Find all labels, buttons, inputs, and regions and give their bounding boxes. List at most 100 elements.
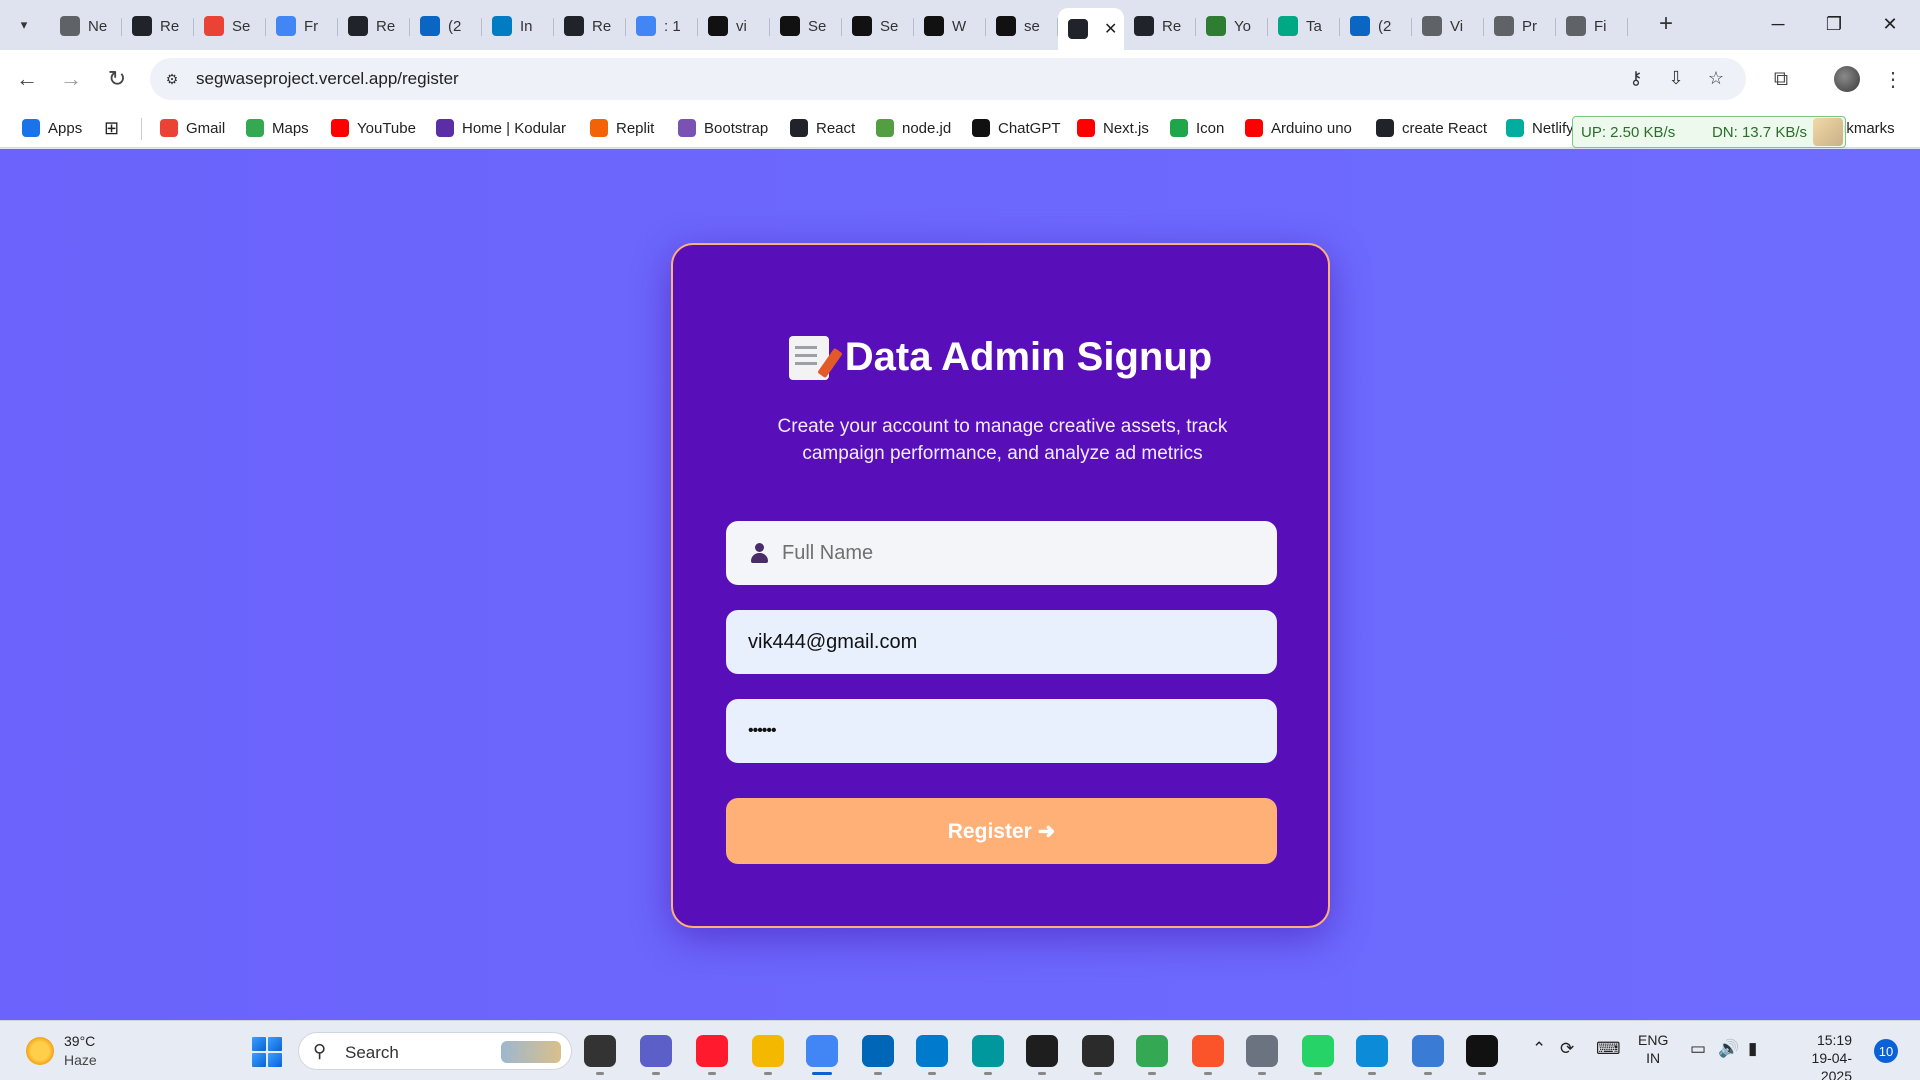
bookmark-item[interactable]: node.jd: [876, 116, 951, 140]
site-info-icon[interactable]: ⚙: [160, 67, 184, 91]
chrome-icon[interactable]: [806, 1035, 838, 1075]
restore-button[interactable]: ❐: [1812, 8, 1856, 40]
tab[interactable]: Re: [338, 9, 410, 43]
opera-icon[interactable]: [696, 1035, 728, 1075]
tab[interactable]: Yo: [1196, 9, 1268, 43]
url-text[interactable]: segwaseproject.vercel.app/register: [196, 69, 459, 89]
keyboard-icon[interactable]: ⌨: [1596, 1039, 1621, 1059]
settings-icon[interactable]: [1246, 1035, 1278, 1075]
edge-icon[interactable]: [1356, 1035, 1388, 1075]
chevron-down-icon: ▾: [20, 17, 28, 32]
email-input[interactable]: [726, 610, 1277, 674]
weather-temperature[interactable]: 39°C: [64, 1033, 95, 1049]
arduino-icon[interactable]: [972, 1035, 1004, 1075]
extensions-button[interactable]: ⧉: [1766, 64, 1796, 94]
bookmark-item[interactable]: YouTube: [331, 116, 416, 140]
register-button[interactable]: Register ➜: [726, 798, 1277, 864]
bookmark-item[interactable]: Icon: [1170, 116, 1224, 140]
tab[interactable]: Re: [554, 9, 626, 43]
network-icon[interactable]: ▭: [1690, 1039, 1706, 1059]
battery-icon[interactable]: ▮: [1748, 1039, 1757, 1059]
bookmark-item[interactable]: React: [790, 116, 855, 140]
figma-icon[interactable]: [1026, 1035, 1058, 1075]
bookmark-item[interactable]: Apps: [22, 116, 82, 140]
tool-icon[interactable]: [1082, 1035, 1114, 1075]
language-indicator[interactable]: ENG IN: [1638, 1031, 1668, 1067]
tab[interactable]: Ta: [1268, 9, 1340, 43]
menu-button[interactable]: ⋮: [1878, 64, 1908, 94]
bookmark-item[interactable]: Gmail: [160, 116, 225, 140]
tab[interactable]: se: [986, 9, 1058, 43]
bookmark-item[interactable]: create React: [1376, 116, 1487, 140]
close-window-button[interactable]: ✕: [1868, 8, 1912, 40]
tab[interactable]: W: [914, 9, 986, 43]
chrome-canary-icon[interactable]: [1136, 1035, 1168, 1075]
brave-icon[interactable]: [1192, 1035, 1224, 1075]
tab[interactable]: Pr: [1484, 9, 1556, 43]
tab[interactable]: Re: [1124, 9, 1196, 43]
sync-icon[interactable]: ⟳: [1560, 1039, 1574, 1059]
close-tab-icon[interactable]: ✕: [1104, 19, 1117, 39]
full-name-input[interactable]: [726, 521, 1277, 585]
start-button[interactable]: [252, 1037, 282, 1067]
tab[interactable]: Fi: [1556, 9, 1628, 43]
volume-icon[interactable]: 🔊: [1718, 1039, 1739, 1059]
chevron-up-icon[interactable]: ⌃: [1532, 1039, 1546, 1059]
globe-icon: [1566, 16, 1586, 36]
back-button[interactable]: ←: [12, 64, 42, 94]
tab[interactable]: : 1: [626, 9, 698, 43]
tab[interactable]: (2: [1340, 9, 1412, 43]
tab-label: se: [1024, 17, 1040, 35]
bookmark-item[interactable]: Maps: [246, 116, 309, 140]
tab[interactable]: (2: [410, 9, 482, 43]
notification-badge[interactable]: 10: [1874, 1039, 1898, 1063]
tab[interactable]: Se: [770, 9, 842, 43]
install-app-icon[interactable]: ⇩: [1664, 68, 1688, 89]
file-explorer-icon[interactable]: [752, 1035, 784, 1075]
tab[interactable]: Vi: [1412, 9, 1484, 43]
new-tab-button[interactable]: +: [1652, 10, 1680, 38]
password-key-icon[interactable]: ⚷: [1624, 68, 1648, 89]
tab-label: (2: [448, 17, 462, 35]
bookmark-item[interactable]: ChatGPT: [972, 116, 1061, 140]
meet-icon[interactable]: [640, 1035, 672, 1075]
bookmark-item[interactable]: Home | Kodular: [436, 116, 566, 140]
bookmark-item[interactable]: Netlify: [1506, 116, 1574, 140]
bookmark-item[interactable]: Bootstrap: [678, 116, 768, 140]
tab[interactable]: Re: [122, 9, 194, 43]
taskbar-search[interactable]: ⚲ Search: [298, 1032, 572, 1070]
tab[interactable]: Fr: [266, 9, 338, 43]
vscode-icon[interactable]: [916, 1035, 948, 1075]
tab-search-dropdown[interactable]: ▾: [8, 9, 40, 41]
bookmark-item[interactable]: Arduino uno: [1245, 116, 1352, 140]
bookmark-item[interactable]: Replit: [590, 116, 654, 140]
tab[interactable]: Se: [194, 9, 266, 43]
tab-groups-button[interactable]: ⊞: [104, 116, 119, 140]
upload-speed: UP: 2.50 KB/s: [1581, 123, 1676, 141]
task-view-icon[interactable]: [584, 1035, 616, 1075]
reload-button[interactable]: ↻: [102, 64, 132, 94]
whatsapp-icon[interactable]: [1302, 1035, 1334, 1075]
full-name-field[interactable]: [726, 521, 1277, 585]
tab[interactable]: Ne: [50, 9, 122, 43]
chatgpt-icon[interactable]: [1466, 1035, 1498, 1075]
address-bar[interactable]: ⚙ segwaseproject.vercel.app/register ⚷ ⇩…: [150, 58, 1746, 100]
password-input[interactable]: [726, 699, 1277, 763]
weather-sun-icon[interactable]: [26, 1037, 54, 1065]
clock[interactable]: 15:19 19-04-2025: [1788, 1031, 1852, 1080]
snipping-icon[interactable]: [1412, 1035, 1444, 1075]
store-icon[interactable]: [862, 1035, 894, 1075]
bookmark-star-icon[interactable]: ☆: [1704, 68, 1728, 89]
forward-button[interactable]: →: [56, 64, 86, 94]
tab[interactable]: In: [482, 9, 554, 43]
tab-active[interactable]: ✕: [1058, 8, 1124, 50]
minimize-button[interactable]: ─: [1756, 8, 1800, 40]
password-field[interactable]: [726, 699, 1277, 763]
all-bookmarks-label[interactable]: okmarks: [1838, 116, 1895, 140]
email-field[interactable]: [726, 610, 1277, 674]
tab[interactable]: Se: [842, 9, 914, 43]
weather-condition[interactable]: Haze: [64, 1052, 97, 1068]
bookmark-item[interactable]: Next.js: [1077, 116, 1149, 140]
tab[interactable]: vi: [698, 9, 770, 43]
profile-avatar[interactable]: [1834, 66, 1860, 92]
